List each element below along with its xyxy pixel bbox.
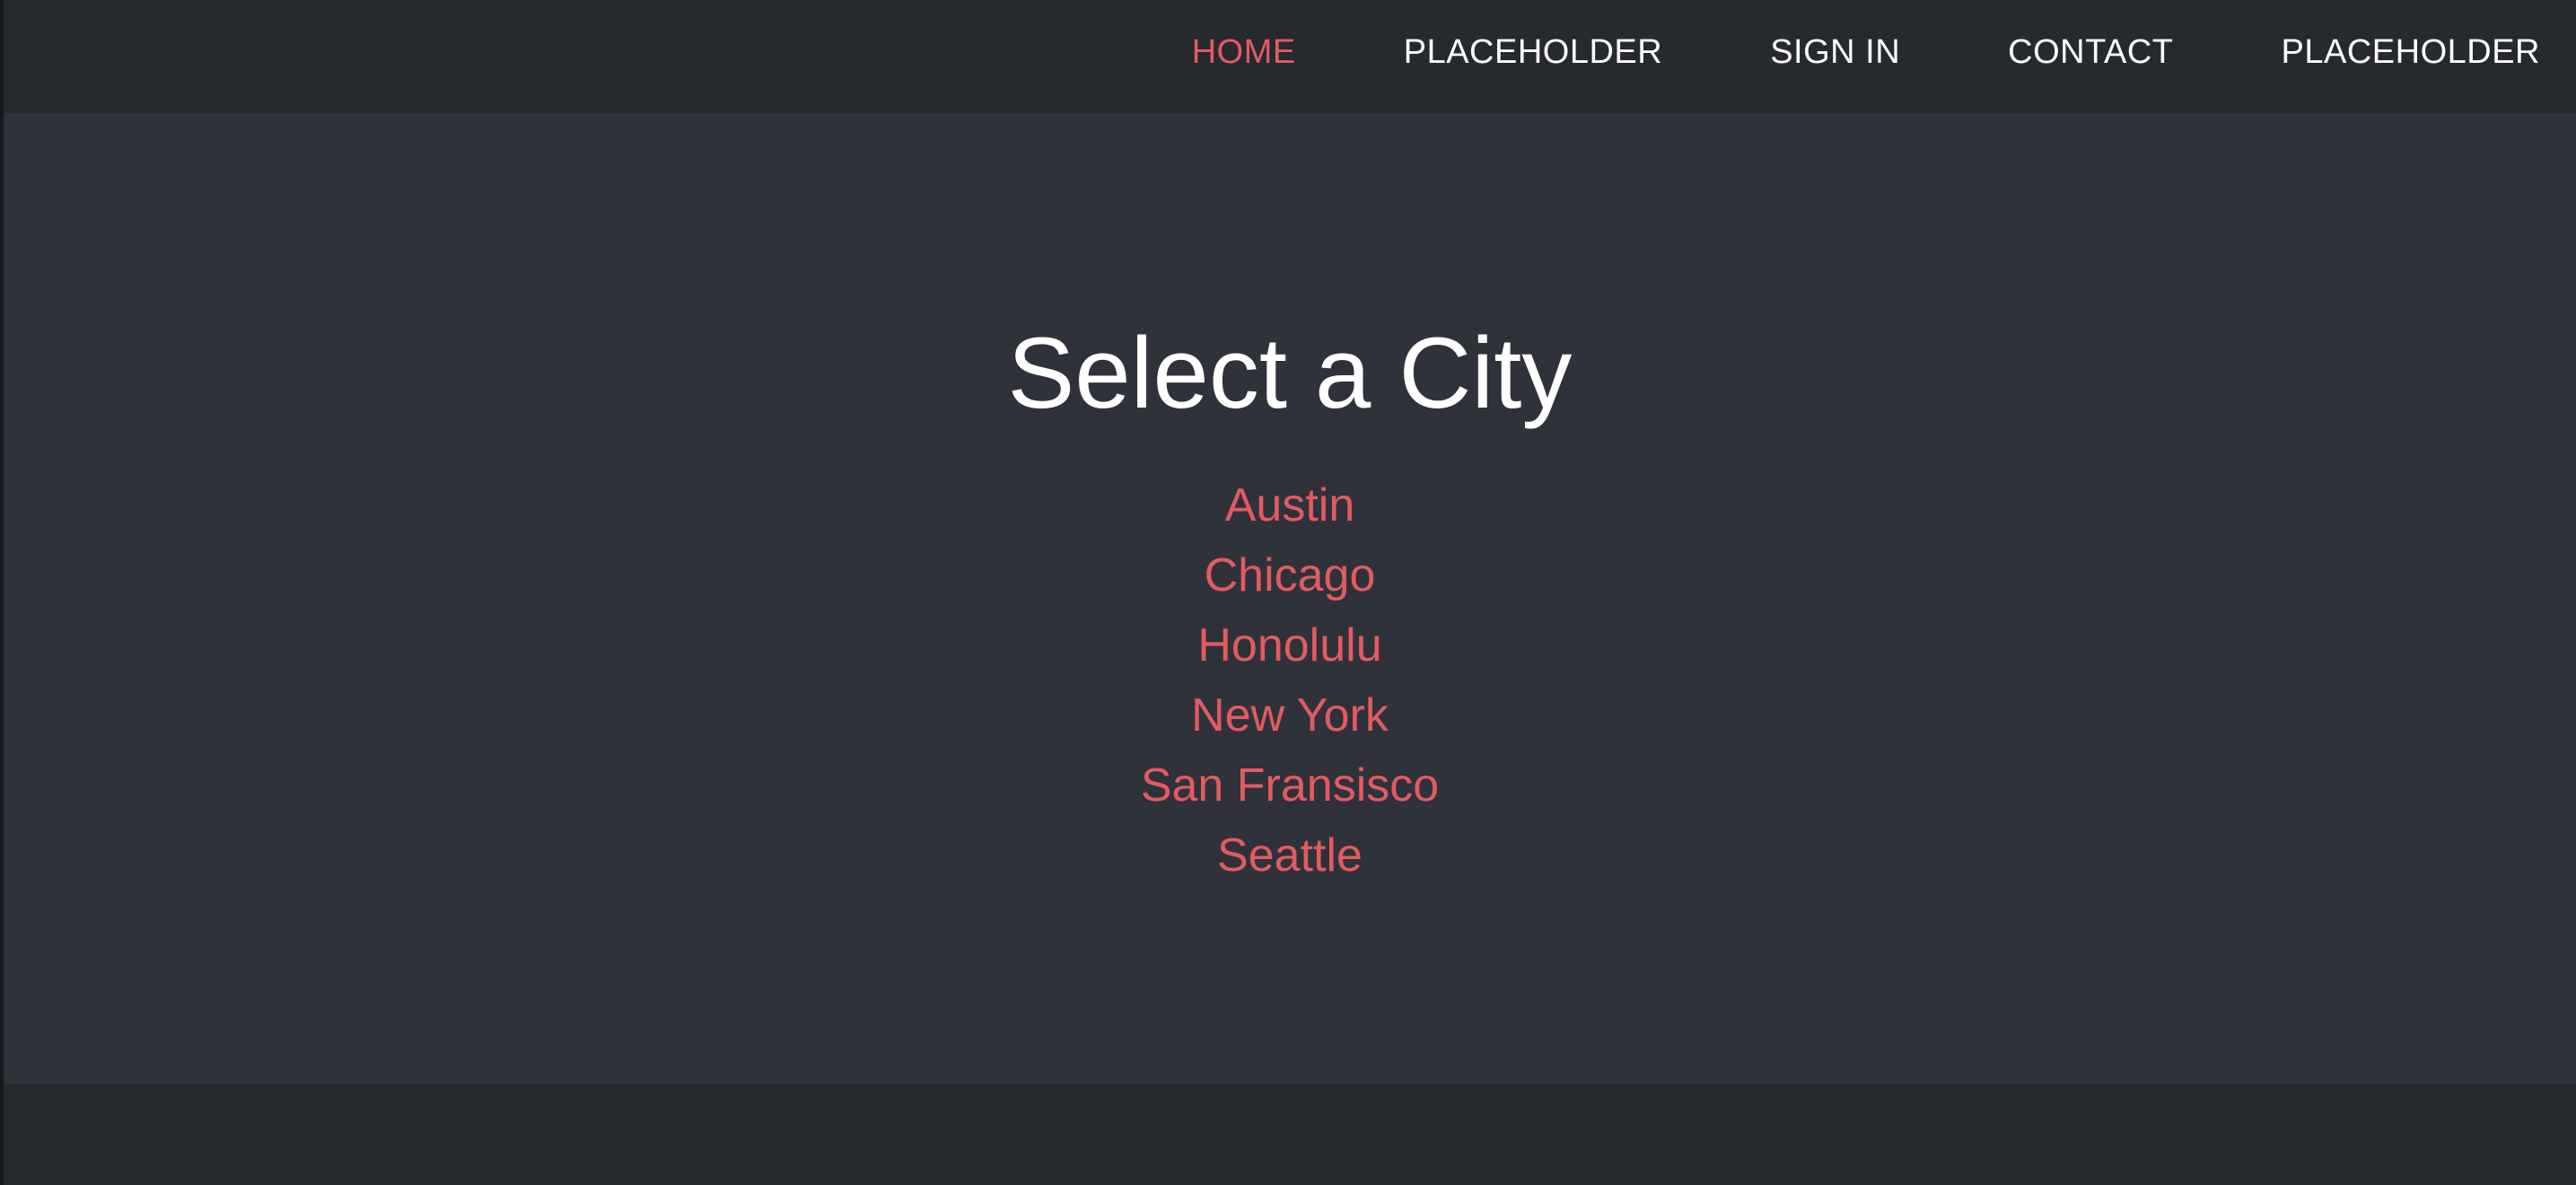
top-navbar: HOME PLACEHOLDER SIGN IN CONTACT PLACEHO… [4,0,2576,113]
city-link-austin[interactable]: Austin [4,470,2576,540]
city-list: Austin Chicago Honolulu New York San Fra… [4,470,2576,891]
city-link-san-fransisco[interactable]: San Fransisco [4,750,2576,821]
nav-item-placeholder-1[interactable]: PLACEHOLDER [1404,33,1662,72]
city-link-chicago[interactable]: Chicago [4,540,2576,610]
main-section: Select a City Austin Chicago Honolulu Ne… [4,113,2576,1084]
nav-menu: HOME PLACEHOLDER SIGN IN CONTACT PLACEHO… [1192,0,2540,104]
city-link-honolulu[interactable]: Honolulu [4,610,2576,680]
city-link-seattle[interactable]: Seattle [4,821,2576,891]
nav-item-sign-in[interactable]: SIGN IN [1770,33,1900,72]
nav-item-home[interactable]: HOME [1192,33,1296,72]
nav-item-contact[interactable]: CONTACT [2008,33,2173,72]
page-title: Select a City [1007,317,1573,429]
page-footer [4,1084,2576,1185]
nav-item-placeholder-2[interactable]: PLACEHOLDER [2282,33,2540,72]
city-link-new-york[interactable]: New York [4,680,2576,750]
